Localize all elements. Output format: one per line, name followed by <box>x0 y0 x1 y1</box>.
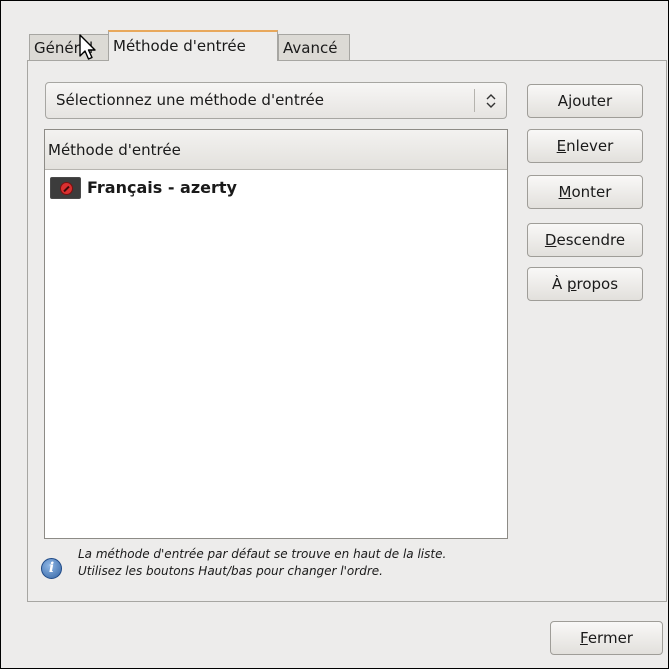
about-button-label-post: ropos <box>576 275 619 293</box>
close-button-label-post: ermer <box>587 629 633 647</box>
list-column-header-label: Méthode d'entrée <box>48 141 181 159</box>
remove-button-label-post: nlever <box>566 137 614 155</box>
input-method-select-value: Sélectionnez une méthode d'entrée <box>56 91 324 109</box>
info-line-1: La méthode d'entrée par défaut se trouve… <box>78 547 447 561</box>
add-button[interactable]: Ajouter <box>527 84 643 118</box>
mouse-pointer-icon <box>79 34 96 60</box>
move-up-button-label-post: onter <box>571 183 612 201</box>
close-button-mnemonic: F <box>580 629 588 647</box>
input-method-select[interactable]: Sélectionnez une méthode d'entrée <box>45 82 507 119</box>
move-down-button[interactable]: Descendre <box>527 223 643 257</box>
info-line-2: Utilisez les boutons Haut/bas pour chang… <box>78 564 383 578</box>
move-up-button-mnemonic: M <box>558 183 572 201</box>
preferences-window: Général Méthode d'entrée Avancé Sélectio… <box>0 0 669 669</box>
tab-input-method-label: Méthode d'entrée <box>113 37 246 55</box>
combo-separator <box>474 89 475 112</box>
list-item-label: Français - azerty <box>87 178 237 197</box>
move-up-button[interactable]: Monter <box>527 175 643 209</box>
list-item[interactable]: Français - azerty <box>45 175 507 201</box>
tab-advanced-label: Avancé <box>283 39 338 57</box>
about-button-label-pre: À <box>551 275 567 293</box>
tab-advanced[interactable]: Avancé <box>278 34 350 60</box>
input-method-list[interactable]: Méthode d'entrée Français - azerty <box>44 129 508 539</box>
up-down-arrow-icon <box>486 94 496 108</box>
remove-button[interactable]: Enlever <box>527 129 643 163</box>
stop-sign-icon <box>50 177 81 199</box>
add-button-label-post: outer <box>572 92 613 110</box>
list-column-header[interactable]: Méthode d'entrée <box>45 130 507 170</box>
close-button[interactable]: Fermer <box>550 621 663 655</box>
move-down-button-mnemonic: D <box>544 231 557 249</box>
info-icon: i <box>41 558 62 579</box>
move-down-button-label-post: escendre <box>556 231 626 249</box>
about-button-mnemonic: p <box>566 275 577 293</box>
remove-button-mnemonic: E <box>556 137 567 155</box>
about-button[interactable]: À propos <box>527 267 643 301</box>
tab-input-method[interactable]: Méthode d'entrée <box>108 30 278 61</box>
info-message: La méthode d'entrée par défaut se trouve… <box>78 546 446 580</box>
add-button-label-pre: A <box>557 92 569 110</box>
